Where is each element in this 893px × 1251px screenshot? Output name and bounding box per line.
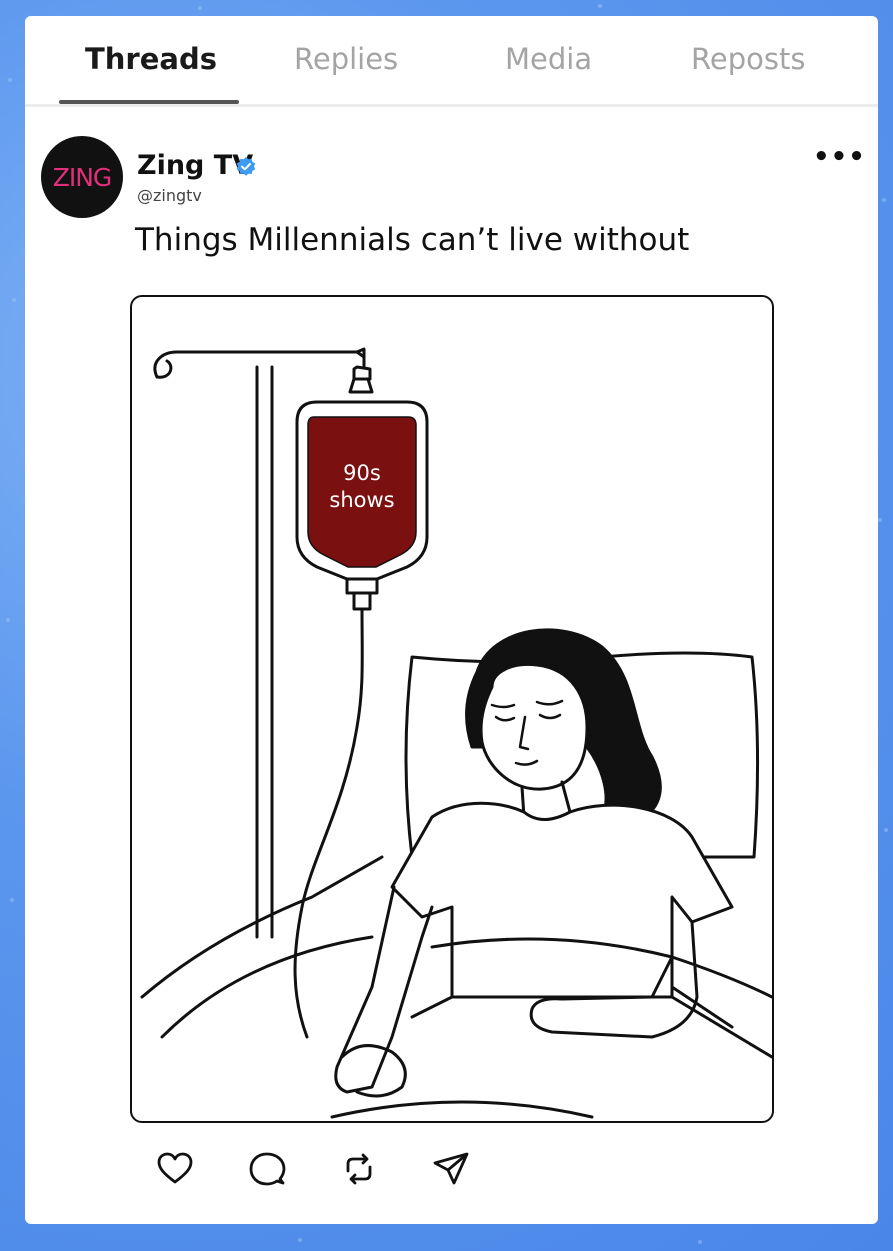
post-caption: Things Millennials can’t live without	[135, 222, 690, 258]
shirt	[390, 801, 734, 999]
tab-media[interactable]: Media	[505, 42, 592, 76]
iv-tube	[293, 607, 364, 1039]
post-card: Threads Replies Media Reposts ZING Zing …	[25, 16, 878, 1224]
arm-left	[334, 885, 434, 1094]
illustration: 90s shows	[140, 347, 772, 1119]
post-actions	[155, 1149, 495, 1189]
tab-replies[interactable]: Replies	[294, 42, 398, 76]
active-tab-indicator	[59, 100, 239, 104]
avatar[interactable]: ZING	[41, 136, 123, 218]
profile-tabs: Threads Replies Media Reposts	[25, 16, 878, 107]
post-image[interactable]: 90s shows	[130, 295, 774, 1123]
tab-reposts[interactable]: Reposts	[691, 42, 805, 76]
face	[479, 662, 589, 791]
verified-badge-icon	[236, 157, 256, 176]
repost-icon[interactable]	[339, 1149, 379, 1189]
more-options-icon[interactable]: •••	[813, 142, 866, 172]
comment-icon[interactable]	[247, 1149, 287, 1189]
bag-label-line1: 90s	[343, 461, 381, 485]
bag-label-line2: shows	[329, 488, 394, 512]
tab-threads[interactable]: Threads	[85, 42, 217, 76]
iv-pole	[255, 365, 274, 939]
author-handle[interactable]: @zingtv	[137, 186, 202, 205]
share-icon[interactable]	[431, 1149, 471, 1189]
like-icon[interactable]	[155, 1149, 195, 1189]
